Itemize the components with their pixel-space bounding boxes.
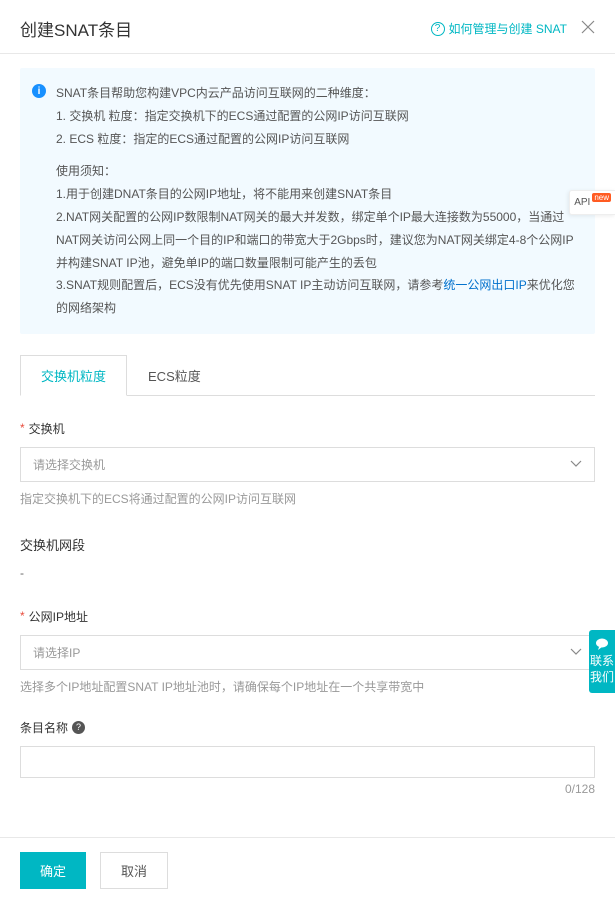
chat-icon [595, 638, 609, 650]
help-link[interactable]: ? 如何管理与创建 SNAT [431, 20, 567, 37]
eip-select-placeholder: 请选择IP [33, 644, 80, 661]
vswitch-hint: 指定交换机下的ECS将通过配置的公网IP访问互联网 [20, 490, 595, 507]
help-tooltip-icon[interactable]: ? [72, 721, 85, 734]
cidr-value: - [20, 566, 595, 580]
dialog-header: 创建SNAT条目 ? 如何管理与创建 SNAT [0, 0, 615, 54]
eip-select[interactable]: 请选择IP [20, 635, 595, 670]
info-intro-block: SNAT条目帮助您构建VPC内云产品访问互联网的二种维度： 1. 交换机 粒度：… [56, 82, 579, 150]
info-notice-3: 3.SNAT规则配置后，ECS没有优先使用SNAT IP主动访问互联网，请参考统… [56, 274, 579, 320]
chevron-down-icon [570, 457, 582, 471]
dialog-footer: 确定 取消 [0, 837, 615, 903]
entry-name-count: 0/128 [20, 782, 595, 796]
info-notice-title: 使用须知： [56, 160, 579, 183]
entry-name-label: 条目名称 ? [20, 719, 595, 736]
cidr-label: 交换机网段 [20, 535, 595, 554]
cancel-button[interactable]: 取消 [100, 852, 168, 889]
eip-section: * 公网IP地址 请选择IP 选择多个IP地址配置SNAT IP地址池时，请确保… [20, 608, 595, 695]
required-star-icon: * [20, 421, 25, 435]
entry-name-input[interactable] [20, 746, 595, 778]
vswitch-select-placeholder: 请选择交换机 [33, 456, 105, 473]
vswitch-section: * 交换机 请选择交换机 指定交换机下的ECS将通过配置的公网IP访问互联网 [20, 420, 595, 507]
close-icon[interactable] [581, 20, 595, 38]
eip-label: * 公网IP地址 [20, 608, 595, 625]
tab-ecs[interactable]: ECS粒度 [127, 355, 222, 396]
side-contact-text: 联系我们 [590, 654, 614, 684]
entry-name-section: 条目名称 ? 0/128 [20, 719, 595, 796]
unified-eip-link[interactable]: 统一公网出口IP [443, 278, 526, 292]
info-line-1: 1. 交换机 粒度：指定交换机下的ECS通过配置的公网IP访问互联网 [56, 105, 579, 128]
help-icon: ? [431, 22, 445, 36]
info-icon: i [32, 84, 46, 98]
confirm-button[interactable]: 确定 [20, 852, 86, 889]
required-star-icon: * [20, 609, 25, 623]
new-badge: new [592, 193, 611, 202]
side-api-text: API [574, 197, 590, 208]
info-line-2: 2. ECS 粒度：指定的ECS通过配置的公网IP访问互联网 [56, 128, 579, 151]
chevron-down-icon [570, 645, 582, 659]
side-contact-tab[interactable]: 联系我们 [589, 630, 615, 693]
tab-vswitch[interactable]: 交换机粒度 [20, 355, 127, 396]
eip-hint: 选择多个IP地址配置SNAT IP地址池时，请确保每个IP地址在一个共享带宽中 [20, 678, 595, 695]
side-api-tab[interactable]: API new [569, 190, 615, 215]
header-actions: ? 如何管理与创建 SNAT [431, 20, 595, 38]
granularity-tabs: 交换机粒度 ECS粒度 [20, 354, 595, 396]
vswitch-label: * 交换机 [20, 420, 595, 437]
info-notice-2: 2.NAT网关配置的公网IP数限制NAT网关的最大并发数，绑定单个IP最大连接数… [56, 206, 579, 274]
info-notice-1: 1.用于创建DNAT条目的公网IP地址，将不能用来创建SNAT条目 [56, 183, 579, 206]
vswitch-select[interactable]: 请选择交换机 [20, 447, 595, 482]
info-notice-block: 使用须知： 1.用于创建DNAT条目的公网IP地址，将不能用来创建SNAT条目 … [56, 160, 579, 320]
info-intro: SNAT条目帮助您构建VPC内云产品访问互联网的二种维度： [56, 82, 579, 105]
info-panel: i SNAT条目帮助您构建VPC内云产品访问互联网的二种维度： 1. 交换机 粒… [20, 68, 595, 334]
help-link-text: 如何管理与创建 SNAT [449, 20, 567, 37]
dialog-body: i SNAT条目帮助您构建VPC内云产品访问互联网的二种维度： 1. 交换机 粒… [0, 54, 615, 841]
dialog-title: 创建SNAT条目 [20, 16, 132, 41]
